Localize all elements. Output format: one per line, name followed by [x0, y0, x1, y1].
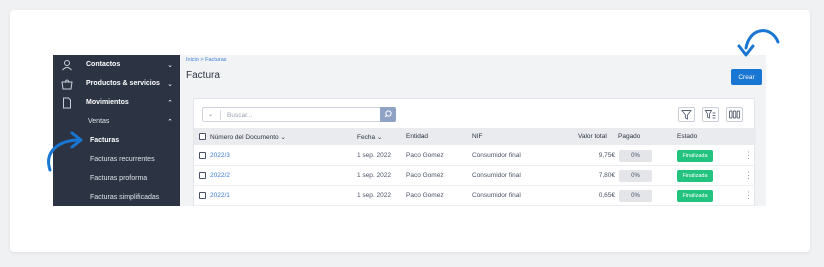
entidad-cell: Paco Gomez — [406, 152, 444, 159]
advanced-filter-button[interactable] — [702, 107, 719, 122]
columns-button[interactable] — [726, 107, 743, 122]
status-badge: Finalizada — [677, 190, 713, 202]
valor-cell: 0,65€ — [598, 192, 615, 199]
document-link[interactable]: 2022/1 — [210, 192, 230, 199]
chevron-down-icon[interactable]: ⌄ — [208, 111, 213, 118]
column-header-estado[interactable]: Estado — [677, 133, 697, 140]
nif-cell: Consumidor final — [472, 172, 521, 179]
row-checkbox[interactable] — [199, 172, 206, 179]
valor-cell: 9,75€ — [598, 152, 615, 159]
search-input[interactable] — [227, 109, 377, 121]
table-row[interactable]: 2022/1 1 sep. 2022 Paco Gomez Consumidor… — [194, 186, 756, 206]
columns-icon — [729, 110, 741, 119]
document-icon — [61, 97, 73, 109]
person-icon — [61, 59, 73, 71]
more-vert-icon[interactable]: ⋮ — [744, 170, 753, 181]
sidebar-item-movimientos[interactable]: Movimientos ⌃ — [53, 93, 180, 112]
sidebar-item-label: Contactos — [86, 61, 121, 68]
filter-button[interactable] — [678, 107, 695, 122]
invoices-panel: ⌄ Número del Documento ⌄ Fecha ⌄ — [193, 98, 756, 206]
arrow-pointer-facturas — [47, 131, 83, 172]
chevron-up-icon: ⌃ — [167, 118, 173, 126]
sidebar-item-label: Movimientos — [86, 99, 129, 106]
pagado-badge: 0% — [619, 170, 652, 182]
document-link[interactable]: 2022/3 — [210, 152, 230, 159]
entidad-cell: Paco Gomez — [406, 192, 444, 199]
search-button[interactable] — [380, 107, 396, 122]
search-bar: ⌄ — [202, 107, 396, 122]
nif-cell: Consumidor final — [472, 192, 521, 199]
app-window: Contactos ⌄ Productos & servicios ⌄ Movi… — [53, 55, 766, 206]
column-label: Fecha — [357, 134, 376, 141]
chevron-up-icon: ⌃ — [167, 99, 173, 107]
more-vert-icon[interactable]: ⋮ — [744, 190, 753, 201]
filter-list-icon — [704, 110, 716, 119]
sidebar-item-productos[interactable]: Productos & servicios ⌄ — [53, 74, 180, 93]
pagado-badge: 0% — [619, 190, 652, 202]
nif-cell: Consumidor final — [472, 152, 521, 159]
divider — [220, 110, 221, 120]
column-header-valor-total[interactable]: Valor total — [578, 133, 607, 140]
row-checkbox[interactable] — [199, 152, 206, 159]
fecha-cell: 1 sep. 2022 — [357, 152, 391, 159]
sidebar-item-label: Facturas proforma — [90, 175, 148, 182]
entidad-cell: Paco Gomez — [406, 172, 444, 179]
search-icon — [384, 110, 392, 118]
fecha-cell: 1 sep. 2022 — [357, 192, 391, 199]
sidebar-item-label: Facturas simplificadas — [90, 194, 160, 201]
table-row[interactable]: 2022/3 1 sep. 2022 Paco Gomez Consumidor… — [194, 146, 756, 166]
column-label: Número del Documento — [210, 134, 279, 141]
arrow-pointer-crear — [737, 29, 780, 57]
sidebar-item-contactos[interactable]: Contactos ⌄ — [53, 55, 180, 74]
basket-icon — [61, 78, 73, 90]
chevron-down-icon: ⌄ — [167, 61, 173, 69]
chevron-down-icon: ⌄ — [167, 80, 173, 88]
sort-icon: ⌄ — [280, 134, 286, 141]
main-content: Inicio > Facturas Factura Crear ⌄ Buscar… — [180, 55, 766, 206]
status-badge: Finalizada — [677, 170, 713, 182]
sidebar-item-label: Productos & servicios — [86, 80, 160, 87]
column-header-pagado[interactable]: Pagado — [618, 133, 640, 140]
fecha-cell: 1 sep. 2022 — [357, 172, 391, 179]
document-link[interactable]: 2022/2 — [210, 172, 230, 179]
sidebar-item-label: Facturas recurrentes — [90, 156, 155, 163]
table-header: Número del Documento ⌄ Fecha ⌄ Entidad N… — [194, 128, 756, 145]
pagado-badge: 0% — [619, 150, 652, 162]
table-row[interactable]: 2022/2 1 sep. 2022 Paco Gomez Consumidor… — [194, 166, 756, 186]
status-badge: Finalizada — [677, 150, 713, 162]
column-header-nif[interactable]: NIF — [472, 133, 482, 140]
valor-cell: 7,80€ — [598, 172, 615, 179]
sidebar-item-facturas-simplificadas[interactable]: Facturas simplificadas — [53, 188, 180, 206]
page-title: Factura — [186, 70, 220, 81]
filter-icon — [681, 110, 692, 120]
column-header-documento[interactable]: Número del Documento ⌄ — [210, 133, 286, 141]
column-header-fecha[interactable]: Fecha ⌄ — [357, 133, 382, 141]
sort-icon: ⌄ — [376, 134, 383, 141]
breadcrumb[interactable]: Inicio > Facturas — [186, 57, 227, 63]
more-vert-icon[interactable]: ⋮ — [744, 150, 753, 161]
row-checkbox[interactable] — [199, 192, 206, 199]
select-all-checkbox[interactable] — [199, 133, 206, 140]
column-header-entidad[interactable]: Entidad — [406, 133, 428, 140]
sidebar-item-label: Ventas — [88, 118, 110, 125]
